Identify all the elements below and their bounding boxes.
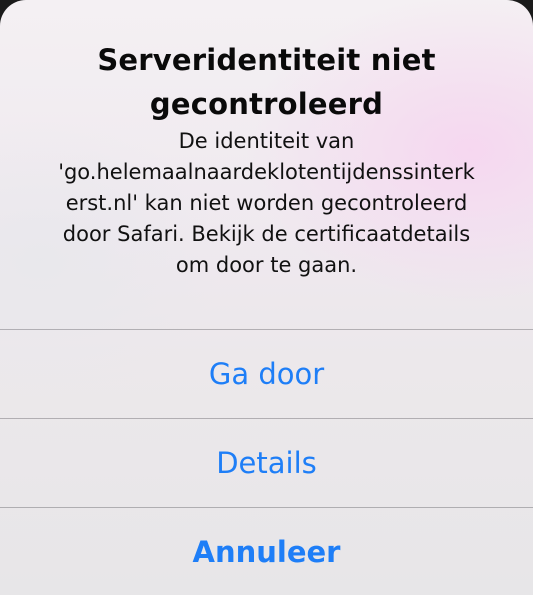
alert-message-line: De identiteit van <box>178 129 355 153</box>
alert-message-line: erst.nl' kan niet worden gecontroleerd <box>65 191 468 215</box>
alert-content: Serveridentiteit niet gecontroleerd De i… <box>0 0 533 328</box>
cancel-button[interactable]: Annuleer <box>0 508 533 595</box>
alert-title-line-2: gecontroleerd <box>149 87 384 121</box>
alert-message-line: 'go.helemaalnaardeklotentijdenssinterk <box>58 160 475 184</box>
details-button[interactable]: Details <box>0 419 533 507</box>
continue-button[interactable]: Ga door <box>0 330 533 418</box>
alert-title: Serveridentiteit niet gecontroleerd <box>20 38 513 126</box>
alert-message: De identiteit van 'go.helemaalnaardeklot… <box>18 126 515 281</box>
alert-title-line-1: Serveridentiteit niet <box>97 43 436 77</box>
alert-message-line: om door te gaan. <box>175 253 358 277</box>
alert-message-line: door Safari. Bekijk de certificaatdetail… <box>62 222 471 246</box>
certificate-alert-dialog: Serveridentiteit niet gecontroleerd De i… <box>0 0 533 595</box>
